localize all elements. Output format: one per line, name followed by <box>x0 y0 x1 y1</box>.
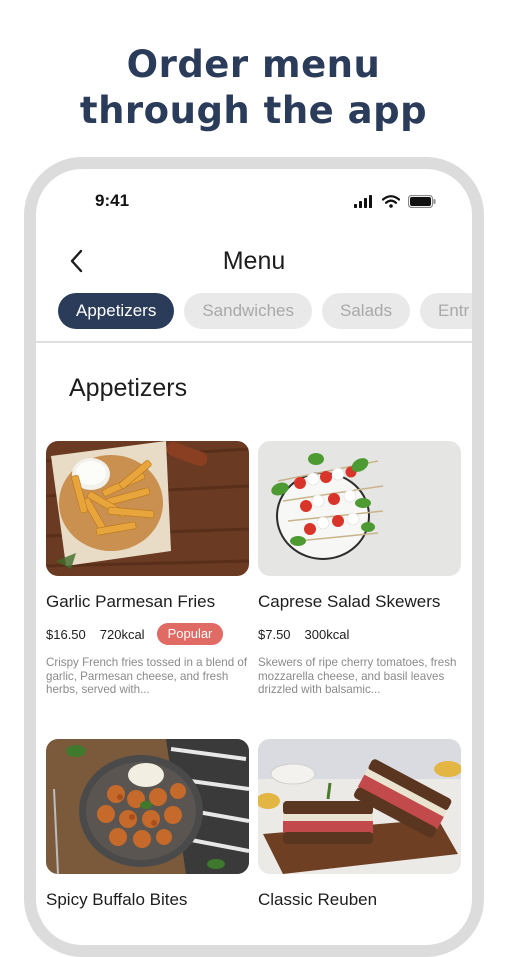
promo-headline: Order menu through the app <box>0 42 507 134</box>
menu-item-card[interactable]: Classic Reuben <box>258 739 461 910</box>
category-tabs: Appetizers Sandwiches Salads Entr <box>58 293 472 333</box>
item-name: Classic Reuben <box>258 890 378 909</box>
item-name: Spicy Buffalo Bites <box>46 890 188 909</box>
menu-item-card[interactable]: Spicy Buffalo Bites <box>46 739 249 910</box>
garlic-parmesan-fries-image <box>46 441 249 576</box>
item-meta: $7.50 300kcal <box>258 622 461 646</box>
item-name: Caprese Salad Skewers <box>258 592 441 611</box>
section-title: Appetizers <box>69 374 188 402</box>
caprese-skewers-image <box>258 441 461 576</box>
headline-line-1: Order menu <box>126 43 381 86</box>
item-price: $7.50 <box>258 626 291 642</box>
tabs-divider <box>36 341 472 343</box>
item-price: $16.50 <box>46 626 86 642</box>
wifi-icon <box>382 195 400 208</box>
battery-icon <box>408 195 436 208</box>
page-title: Menu <box>222 247 286 275</box>
headline-line-2: through the app <box>79 89 428 132</box>
item-calories: 720kcal <box>99 626 145 642</box>
phone-frame: 9:41 Menu Appetizers Sandwiches Salads E… <box>24 157 484 957</box>
buffalo-bites-image <box>46 739 249 874</box>
item-calories: 300kcal <box>304 626 350 642</box>
menu-item-card[interactable]: Garlic Parmesan Fries $16.50 720kcal Pop… <box>46 441 249 697</box>
status-time: 9:41 <box>95 191 130 210</box>
tab-entrees[interactable]: Entr <box>419 293 472 329</box>
item-name: Garlic Parmesan Fries <box>46 592 216 611</box>
tab-salads[interactable]: Salads <box>322 293 410 329</box>
item-meta: $16.50 720kcal Popular <box>46 622 249 646</box>
classic-reuben-image <box>258 739 461 874</box>
menu-item-card[interactable]: Caprese Salad Skewers $7.50 300kcal Skew… <box>258 441 461 697</box>
status-icons <box>354 195 436 208</box>
tab-appetizers[interactable]: Appetizers <box>58 293 175 329</box>
signal-icon <box>354 195 372 208</box>
tab-sandwiches[interactable]: Sandwiches <box>184 293 312 329</box>
item-description: Crispy French fries tossed in a blend of… <box>46 656 248 696</box>
item-description: Skewers of ripe cherry tomatoes, fresh m… <box>258 656 457 696</box>
popular-badge: Popular <box>156 623 224 645</box>
